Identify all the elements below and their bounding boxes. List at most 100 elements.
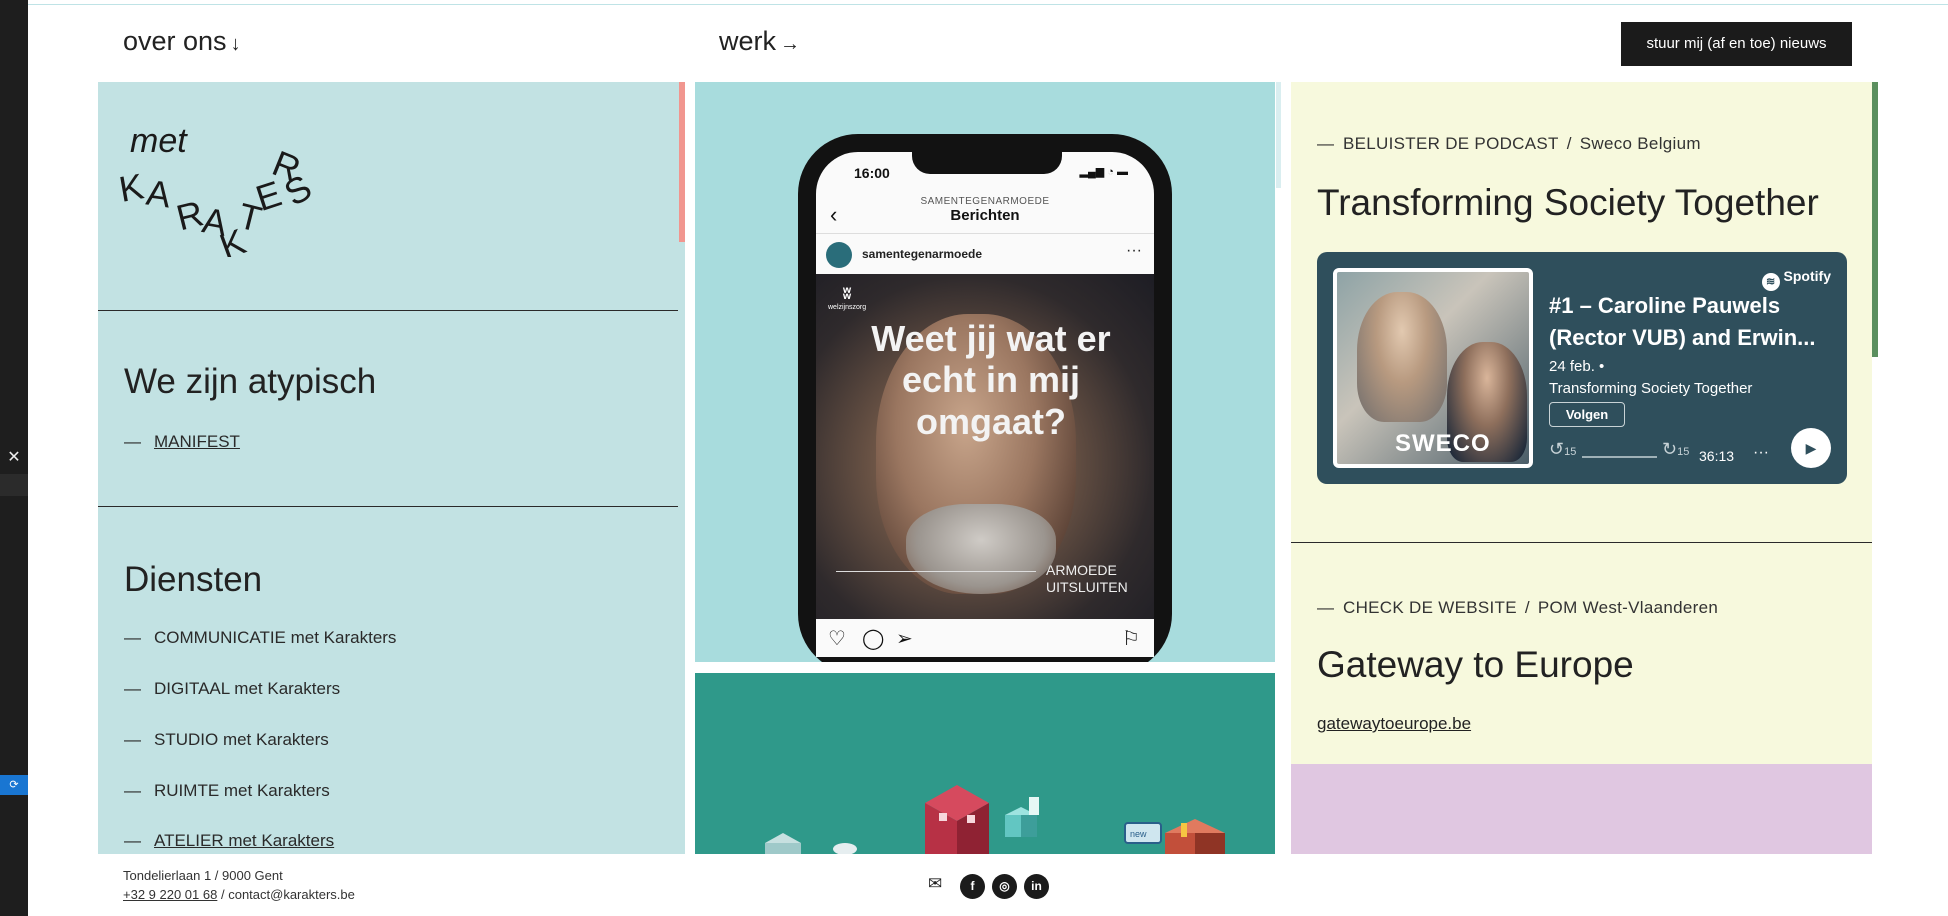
back-icon: ‹	[830, 202, 838, 227]
billboard: new	[1124, 822, 1162, 844]
building-red	[925, 785, 989, 854]
building-right	[1165, 819, 1225, 854]
show-name[interactable]: Transforming Society Together	[1549, 380, 1752, 397]
portrait-beard	[906, 504, 1056, 594]
building-cyan	[1005, 797, 1039, 837]
ig-quote: Weet jij wat er echt in mij omgaat?	[871, 318, 1111, 442]
divider	[98, 310, 678, 311]
nav-about-link[interactable]: over ons ↓	[123, 26, 241, 57]
atelier-link[interactable]: ATELIER met Karakters	[154, 831, 334, 850]
vehicle	[833, 843, 857, 854]
episode-date: 24 feb. •	[1549, 358, 1605, 375]
ig-tag-line: UITSLUITEN	[1046, 578, 1128, 595]
divider	[98, 506, 678, 507]
ig-tag: ARMOEDE UITSLUITEN	[1046, 562, 1128, 596]
service-item: — RUIMTE met Karakters	[124, 781, 330, 801]
arrow-down-icon: ↓	[230, 33, 241, 55]
website-title[interactable]: Gateway to Europe	[1317, 644, 1634, 686]
spotify-icon: ≋	[1761, 273, 1780, 291]
phone-screen: 16:00 ▂▄▆ ◔ ▬ ‹ SAMENTEGENARMOEDE Berich…	[816, 152, 1154, 657]
service-label: COMMUNICATIE met Karakters	[154, 628, 397, 647]
scroll-indicator[interactable]	[679, 82, 685, 242]
newsletter-button[interactable]: stuur mij (af en toe) nieuws	[1621, 22, 1852, 66]
karakters-logo[interactable]: met K A R A K T E R S	[120, 122, 330, 257]
dash: —	[1317, 134, 1335, 153]
about-heading: We zijn atypisch	[124, 362, 377, 401]
separator: /	[1524, 598, 1530, 617]
podcast-title[interactable]: Transforming Society Together	[1317, 182, 1819, 224]
episode-title-line: #1 – Caroline Pauwels	[1549, 293, 1781, 318]
side-panel-slot	[0, 474, 28, 496]
dash: —	[124, 831, 141, 850]
phone-notch	[912, 152, 1062, 174]
spotify-label: Spotify	[1783, 268, 1831, 284]
progress-bar[interactable]	[1582, 456, 1657, 458]
website-client: POM West-Vlaanderen	[1537, 598, 1719, 617]
separator: /	[220, 887, 225, 902]
nav-work-link[interactable]: werk →	[719, 26, 800, 57]
skip-back-label: 15	[1564, 446, 1577, 458]
phone-link[interactable]: +32 9 220 01 68	[123, 887, 217, 902]
services-heading: Diensten	[124, 560, 263, 599]
status-icons: ▂▄▆ ◔ ▬	[1079, 166, 1128, 178]
episode-title-line: (Rector VUB) and Erwin...	[1549, 324, 1816, 350]
mail-icon[interactable]: ✉	[928, 874, 942, 894]
facebook-icon[interactable]: f	[960, 874, 985, 899]
building-left	[765, 833, 801, 854]
refresh-icon[interactable]: ⟳	[0, 775, 28, 795]
ig-post-header: samentegenarmoede ···	[816, 236, 1154, 272]
more-icon: ···	[1126, 242, 1142, 259]
footer: Tondelierlaan 1 / 9000 Gent +32 9 220 01…	[28, 854, 1948, 916]
skip-back-15-icon[interactable]: ↺15	[1549, 439, 1576, 460]
comment-icon: ◯	[862, 628, 885, 650]
service-label: RUIMTE met Karakters	[154, 781, 330, 800]
footer-contact: +32 9 220 01 68 / contact@karakters.be	[123, 887, 355, 902]
skip-forward-label: 15	[1677, 446, 1690, 458]
arrow-right-icon: →	[780, 33, 801, 55]
scroll-indicator[interactable]	[1276, 82, 1281, 188]
skip-forward-15-icon[interactable]: ↻15	[1662, 439, 1689, 460]
scroll-indicator[interactable]	[1872, 82, 1878, 357]
manifest-link[interactable]: MANIFEST	[154, 432, 240, 451]
ig-header-sub: SAMENTEGENARMOEDE	[920, 196, 1050, 207]
dash: —	[124, 781, 141, 800]
dash: —	[124, 730, 141, 749]
svg-text:new: new	[1130, 829, 1147, 839]
service-item: — ATELIER met Karakters	[124, 831, 334, 851]
dash: —	[124, 679, 141, 698]
side-panel: ✕ ⟳	[0, 0, 28, 916]
nav-about-label: over ons	[123, 26, 227, 56]
phone-mockup: 16:00 ▂▄▆ ◔ ▬ ‹ SAMENTEGENARMOEDE Berich…	[798, 134, 1172, 662]
more-options-icon[interactable]: ···	[1753, 444, 1769, 462]
about-panel: met K A R A K T E R S We zijn atypisch —…	[98, 82, 685, 854]
project-card-illustration[interactable]: new	[695, 673, 1275, 854]
welzijnszorg-logo: ʬ welzijnszorg	[828, 286, 867, 311]
sweco-logo: SWECO	[1395, 430, 1491, 457]
heart-icon: ♡	[828, 628, 846, 650]
ig-account-name: samentegenarmoede	[862, 247, 983, 261]
spotify-logo[interactable]: ≋ Spotify	[1761, 268, 1831, 291]
close-icon[interactable]: ✕	[0, 448, 28, 468]
linkedin-icon[interactable]: in	[1024, 874, 1049, 899]
follow-button[interactable]: Volgen	[1549, 402, 1625, 427]
project-card-purple[interactable]	[1291, 764, 1872, 854]
podcast-kicker-label: BELUISTER DE PODCAST	[1343, 134, 1559, 153]
episode-title[interactable]: #1 – Caroline Pauwels (Rector VUB) and E…	[1549, 290, 1834, 354]
logo-word-met: met	[130, 122, 188, 160]
logo-letter: K	[120, 165, 147, 210]
play-button[interactable]: ▶	[1791, 428, 1831, 468]
project-card-instagram[interactable]: 16:00 ▂▄▆ ◔ ▬ ‹ SAMENTEGENARMOEDE Berich…	[695, 82, 1275, 662]
service-item: — COMMUNICATIE met Karakters	[124, 628, 396, 648]
service-item: — DIGITAAL met Karakters	[124, 679, 340, 699]
dash: —	[124, 432, 141, 451]
spotify-embed[interactable]: SWECO ≋ Spotify #1 – Caroline Pauwels (Re…	[1317, 252, 1847, 484]
instagram-icon[interactable]: ◎	[992, 874, 1017, 899]
ig-header-title: Berichten	[950, 207, 1020, 224]
website-link[interactable]: gatewaytoeurope.be	[1317, 714, 1471, 734]
email-link[interactable]: contact@karakters.be	[228, 887, 355, 902]
podcast-kicker: — BELUISTER DE PODCAST / Sweco Belgium	[1317, 134, 1701, 154]
welzijnszorg-label: welzijnszorg	[828, 304, 867, 311]
footer-address: Tondelierlaan 1 / 9000 Gent	[123, 868, 283, 883]
dash: —	[124, 628, 141, 647]
website-kicker: — CHECK DE WEBSITE / POM West-Vlaanderen	[1317, 598, 1718, 618]
